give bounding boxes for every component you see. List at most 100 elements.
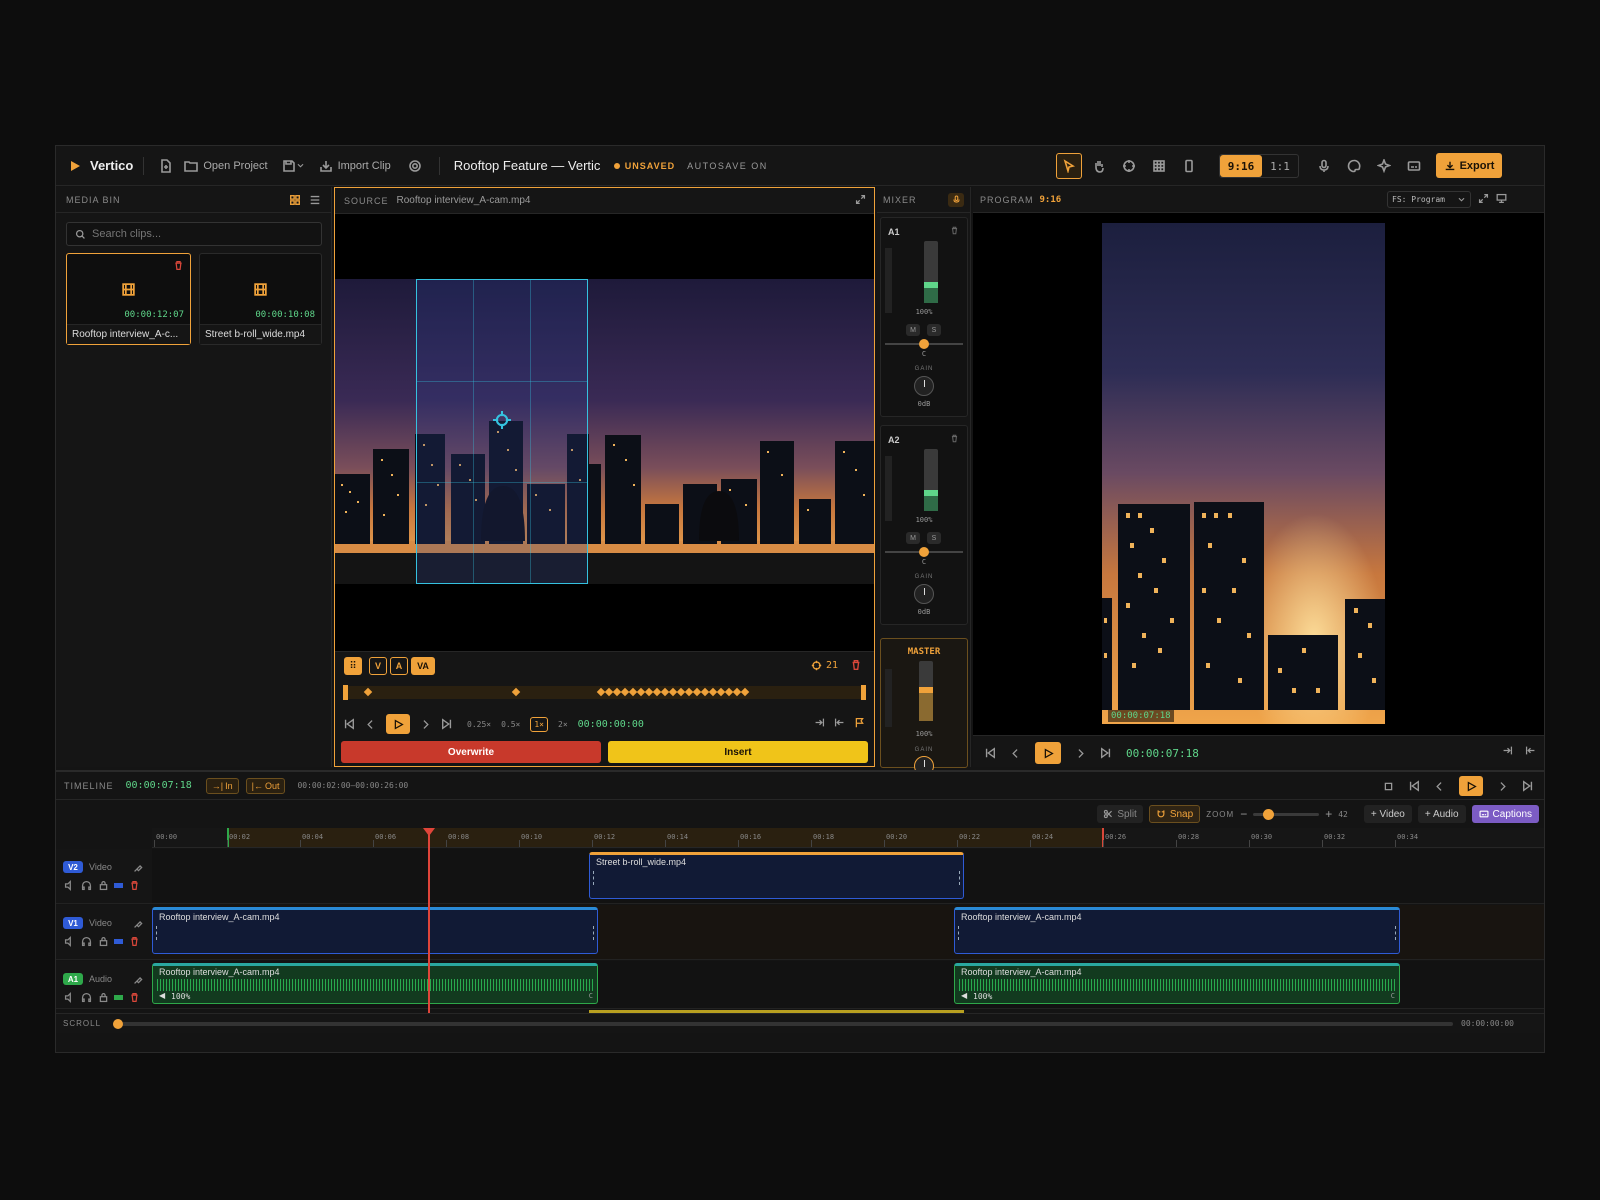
clip-trim-right[interactable]: [959, 871, 960, 885]
program-play-button[interactable]: [1035, 742, 1061, 764]
expand-icon[interactable]: [1478, 193, 1489, 204]
crosshair-tool-icon[interactable]: [1116, 153, 1142, 179]
project-title[interactable]: Rooftop Feature — Vertical: [454, 158, 600, 173]
scroll-thumb[interactable]: [113, 1018, 124, 1029]
channel-fader[interactable]: [924, 449, 938, 511]
add-audio-track-button[interactable]: + Audio: [1417, 805, 1466, 823]
skip-start-icon[interactable]: [984, 747, 996, 759]
phone-frame-icon[interactable]: [1176, 153, 1202, 179]
pin-icon[interactable]: [132, 973, 144, 985]
gain-knob[interactable]: [914, 376, 934, 396]
select-tool-icon[interactable]: [1056, 153, 1082, 179]
zoom-in-button[interactable]: +: [1325, 807, 1332, 821]
keyframe-diamond[interactable]: [740, 687, 750, 697]
pan-slider[interactable]: [885, 547, 963, 557]
timeline-play-button[interactable]: [1459, 776, 1483, 796]
program-view-select[interactable]: FS: Program: [1387, 191, 1471, 208]
flag-marker-icon[interactable]: [854, 717, 865, 728]
settings-gear-icon[interactable]: [405, 156, 425, 176]
skip-start-icon[interactable]: [343, 718, 355, 730]
solo-button[interactable]: S: [927, 532, 941, 544]
track-id-badge[interactable]: A1: [63, 973, 83, 985]
speed-2-button[interactable]: 2×: [558, 720, 568, 729]
clip-trim-right[interactable]: [593, 926, 594, 940]
speed-1-button[interactable]: 1×: [530, 716, 548, 732]
speaker-icon[interactable]: [63, 991, 75, 1003]
mode-a-button[interactable]: A: [390, 657, 408, 675]
expand-icon[interactable]: [855, 194, 866, 205]
mode-va-button[interactable]: VA: [411, 657, 435, 675]
fader-handle[interactable]: [924, 282, 938, 288]
step-forward-icon[interactable]: [420, 719, 431, 730]
mixer-record-button[interactable]: [948, 192, 964, 207]
pin-icon[interactable]: [132, 861, 144, 873]
clip-trim-right[interactable]: [1395, 926, 1396, 940]
speed-05-button[interactable]: 0.5×: [501, 720, 520, 729]
mute-button[interactable]: M: [906, 324, 920, 336]
step-forward-icon[interactable]: [1497, 781, 1508, 792]
aspect-1-1-button[interactable]: 1:1: [1262, 155, 1298, 177]
timeline-ruler[interactable]: 00:00 00:02 00:04 00:06 00:08 00:10 00:1…: [152, 828, 1544, 848]
new-file-icon[interactable]: [154, 154, 178, 178]
step-back-icon[interactable]: [1434, 781, 1445, 792]
zoom-slider-thumb[interactable]: [1263, 808, 1275, 820]
mark-out-icon[interactable]: [1525, 745, 1536, 756]
media-clip-card[interactable]: 00:00:10:08 Street b-roll_wide.mp4: [199, 253, 322, 345]
mark-out-icon[interactable]: [834, 717, 845, 728]
track-color-swatch[interactable]: [114, 938, 123, 944]
headphones-icon[interactable]: [80, 935, 92, 947]
keyframe-diamond[interactable]: [511, 687, 521, 697]
palette-icon[interactable]: [1341, 153, 1367, 179]
step-back-icon[interactable]: [1010, 748, 1021, 759]
mark-in-icon[interactable]: [1502, 745, 1513, 756]
lock-icon[interactable]: [97, 879, 109, 891]
crop-frame[interactable]: [416, 279, 588, 584]
overwrite-button[interactable]: Overwrite: [341, 741, 601, 763]
trash-icon[interactable]: [128, 879, 140, 891]
trash-icon[interactable]: [128, 991, 140, 1003]
drag-handle-button[interactable]: ⠿: [344, 657, 362, 675]
mark-in-icon[interactable]: [814, 717, 825, 728]
delete-keyframes-icon[interactable]: [850, 659, 862, 671]
delete-channel-icon[interactable]: [950, 226, 959, 235]
solo-button[interactable]: S: [927, 324, 941, 336]
external-monitor-icon[interactable]: [1496, 193, 1507, 204]
export-button[interactable]: Export: [1436, 153, 1502, 178]
list-view-icon[interactable]: [309, 194, 321, 206]
grid-view-icon[interactable]: [289, 194, 301, 206]
speaker-icon[interactable]: [63, 935, 75, 947]
lock-icon[interactable]: [97, 935, 109, 947]
grid-tool-icon[interactable]: [1146, 153, 1172, 179]
timeline-clip-a1[interactable]: Rooftop interview_A-cam.mp4 100% C ◀: [954, 963, 1400, 1004]
delete-channel-icon[interactable]: [950, 434, 959, 443]
source-play-button[interactable]: [386, 714, 410, 734]
pan-thumb[interactable]: [919, 339, 929, 349]
pin-icon[interactable]: [132, 917, 144, 929]
import-clip-button[interactable]: Import Clip: [319, 159, 391, 173]
keyframe-track[interactable]: [343, 685, 866, 700]
trash-icon[interactable]: [128, 935, 140, 947]
skip-end-icon[interactable]: [1100, 747, 1112, 759]
pan-thumb[interactable]: [919, 547, 929, 557]
keyframe-diamond[interactable]: [363, 687, 373, 697]
gain-knob[interactable]: [914, 584, 934, 604]
mute-button[interactable]: M: [906, 532, 920, 544]
open-project-button[interactable]: Open Project: [184, 159, 268, 173]
track-color-swatch[interactable]: [114, 994, 123, 1000]
channel-fader[interactable]: [924, 241, 938, 303]
timeline-clip-v1[interactable]: Rooftop interview_A-cam.mp4: [152, 907, 598, 954]
stop-icon[interactable]: [1383, 781, 1394, 792]
clip-trim-left[interactable]: [593, 871, 594, 885]
media-clip-card[interactable]: 00:00:12:07 Rooftop interview_A-c...: [66, 253, 191, 345]
mark-in-button[interactable]: →| In: [205, 777, 239, 794]
aspect-9-16-button[interactable]: 9:16: [1220, 155, 1262, 177]
mode-v-button[interactable]: V: [369, 657, 387, 675]
skip-start-icon[interactable]: [1408, 780, 1420, 792]
subtitles-icon[interactable]: [1401, 153, 1427, 179]
sparkle-effects-icon[interactable]: [1371, 153, 1397, 179]
insert-button[interactable]: Insert: [608, 741, 868, 763]
captions-button[interactable]: Captions: [1471, 805, 1539, 823]
timeline-clip-a1[interactable]: Rooftop interview_A-cam.mp4 100% C ◀: [152, 963, 598, 1004]
zoom-slider[interactable]: [1253, 808, 1320, 820]
search-box[interactable]: [66, 222, 322, 246]
